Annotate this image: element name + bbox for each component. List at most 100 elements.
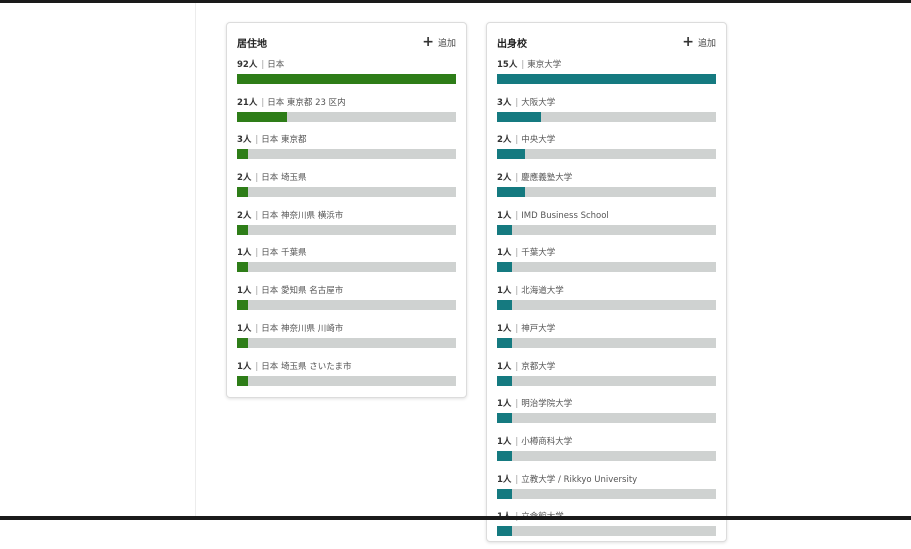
school-bar-track [497,224,716,235]
separator: | [515,97,519,108]
residence-title: 居住地 [237,38,267,50]
school-bar-fill [497,111,541,122]
residence-row-label: 2人 | 日本 埼玉県 [237,172,456,184]
residence-add-button[interactable]: + 追加 [422,34,456,50]
school-name: 千葉大学 [521,248,556,259]
residence-row-label: 2人 | 日本 神奈川県 横浜市 [237,210,456,222]
school-row: 1人 | 神戸大学 [497,323,716,361]
residence-bar-track [237,74,456,84]
school-bar-fill [497,337,513,348]
residence-row-label: 1人 | 日本 愛知県 名古屋市 [237,285,456,297]
school-bar-fill [497,375,513,386]
separator: | [515,210,519,221]
residence-row: 1人 | 日本 埼玉県 さいたま市 [237,361,456,399]
school-bar-fill [497,262,513,273]
residence-bar-fill [237,262,248,273]
school-name: 東京大学 [527,60,562,70]
residence-bar-track [237,337,456,348]
school-bar-track [497,375,716,386]
separator: | [515,436,519,447]
residence-count: 1人 [237,286,252,297]
school-bar-fill [497,149,526,160]
separator: | [255,361,259,372]
school-add-label: 追加 [697,38,716,49]
residence-bar-track [237,111,456,122]
residence-bar-fill [237,224,248,235]
residence-row: 1人 | 日本 千葉県 [237,247,456,285]
separator: | [515,173,519,184]
residence-count: 1人 [237,248,252,259]
window-bottom-border [0,516,911,520]
school-name: 中央大学 [521,135,556,146]
school-bar-fill [497,74,716,84]
school-name: 京都大学 [521,361,556,372]
school-bar-fill [497,187,526,198]
residence-bar-track [237,149,456,160]
school-row-label: 2人 | 慶應義塾大学 [497,172,716,184]
school-row-label: 1人 | 京都大学 [497,361,716,373]
school-row-label: 1人 | 千葉大学 [497,247,716,259]
school-name: 神戸大学 [521,323,556,334]
residence-name: 日本 東京都 [261,135,307,146]
school-name: 大阪大学 [521,97,556,108]
separator: | [255,210,259,221]
school-name: 慶應義塾大学 [521,173,573,184]
residence-add-label: 追加 [437,38,456,49]
school-row-label: 1人 | 明治学院大学 [497,398,716,410]
residence-count: 2人 [237,210,252,221]
school-bar-track [497,111,716,122]
school-bar-track [497,149,716,160]
school-count: 1人 [497,474,512,485]
school-name: 小樽商科大学 [521,436,573,447]
residence-bar-fill [237,300,248,311]
school-row: 1人 | 立教大学 / Rikkyo University [497,474,716,512]
school-add-button[interactable]: + 追加 [682,35,716,49]
residence-card: 居住地 + 追加 92人 | 日本 21人 | 日本 東京都 23 区内 3人 | 日本 東京都… [226,22,467,398]
residence-count: 1人 [237,361,252,372]
school-row: 1人 | 明治学院大学 [497,398,716,436]
school-list: 15人 | 東京大学 3人 | 大阪大学 2人 | 中央大学 2人 | 慶應義塾大学 1人 | IMD Bu… [497,59,716,549]
school-count: 2人 [497,173,512,184]
school-count: 2人 [497,135,512,146]
separator: | [515,399,519,410]
residence-row: 2人 | 日本 埼玉県 [237,172,456,210]
school-bar-fill [497,300,513,311]
school-bar-track [497,488,716,499]
residence-bar-fill [237,74,456,84]
separator: | [255,248,259,259]
school-row-label: 2人 | 中央大学 [497,134,716,146]
school-row-label: 15人 | 東京大学 [497,59,716,71]
school-row: 15人 | 東京大学 [497,59,716,97]
residence-bar-fill [237,337,248,348]
school-count: 1人 [497,210,512,221]
school-row-label: 3人 | 大阪大学 [497,97,716,109]
separator: | [515,286,519,297]
school-card-header: 出身校 + 追加 [497,34,716,50]
residence-card-header: 居住地 + 追加 [237,34,456,50]
school-bar-track [497,450,716,461]
school-row: 3人 | 大阪大学 [497,97,716,135]
school-bar-track [497,74,716,84]
school-title: 出身校 [497,38,527,50]
school-row: 1人 | 北海道大学 [497,285,716,323]
separator: | [261,97,265,108]
school-row-label: 1人 | 神戸大学 [497,323,716,335]
residence-row-label: 21人 | 日本 東京都 23 区内 [237,97,456,109]
school-row: 1人 | IMD Business School [497,210,716,248]
residence-bar-track [237,300,456,311]
residence-row-label: 3人 | 日本 東京都 [237,134,456,146]
school-count: 1人 [497,361,512,372]
school-count: 1人 [497,323,512,334]
separator: | [515,248,519,259]
plus-icon: + [422,34,434,50]
school-count: 3人 [497,97,512,108]
residence-name: 日本 [267,60,285,70]
residence-name: 日本 神奈川県 横浜市 [261,210,344,221]
residence-bar-fill [237,375,248,386]
content-divider [195,3,196,516]
residence-row-label: 1人 | 日本 千葉県 [237,247,456,259]
separator: | [515,361,519,372]
school-bar-fill [497,224,513,235]
separator: | [255,135,259,146]
residence-bar-fill [237,149,248,160]
